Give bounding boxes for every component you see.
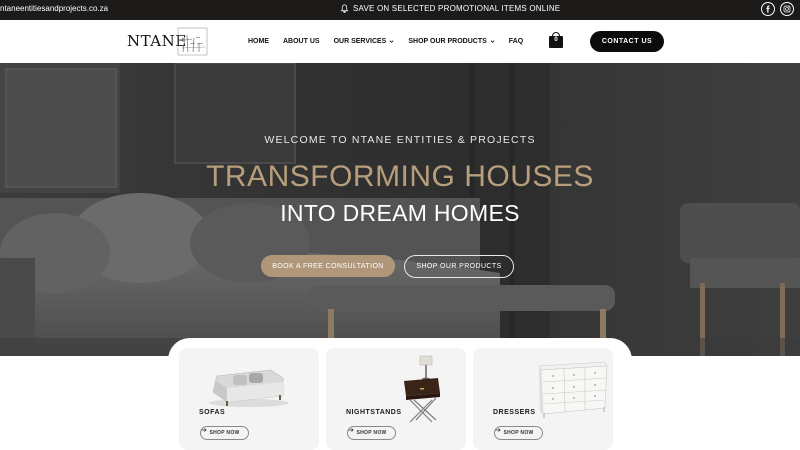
shop-now-button[interactable]: SHOP NOW xyxy=(200,426,249,440)
nav-about-us[interactable]: ABOUT US xyxy=(283,38,320,45)
instagram-icon xyxy=(783,5,791,13)
shop-our-products-button[interactable]: SHOP OUR PRODUCTS xyxy=(404,255,514,278)
nav-our-services-label: OUR SERVICES xyxy=(333,38,387,45)
chevron-down-icon xyxy=(490,40,495,43)
promo-message: SAVE ON SELECTED PROMOTIONAL ITEMS ONLIN… xyxy=(340,4,560,13)
shop-now-button[interactable]: SHOP NOW xyxy=(494,426,543,440)
arrow-right-icon xyxy=(495,428,501,432)
top-promo-bar: ntaneentitiesandprojects.co.za SAVE ON S… xyxy=(0,0,800,20)
product-card-dressers[interactable]: DRESSERS SHOP NOW xyxy=(473,348,613,450)
nav-home[interactable]: HOME xyxy=(248,38,269,45)
bell-icon xyxy=(340,4,349,13)
shop-now-label: SHOP NOW xyxy=(356,430,387,436)
site-logo[interactable]: NTANE xyxy=(127,24,209,60)
instagram-link[interactable] xyxy=(780,2,794,16)
hero-welcome-text: WELCOME TO NTANE ENTITIES & PROJECTS xyxy=(264,134,536,146)
product-card-nightstands[interactable]: NIGHTSTANDS SHOP NOW xyxy=(326,348,466,450)
nav-shop-our-products[interactable]: SHOP OUR PRODUCTS xyxy=(408,38,495,45)
shop-now-label: SHOP NOW xyxy=(209,430,240,436)
nav-home-label: HOME xyxy=(248,38,269,45)
product-card-label: DRESSERS xyxy=(493,409,536,416)
nav-our-services[interactable]: OUR SERVICES xyxy=(334,38,395,45)
hero-section: WELCOME TO NTANE ENTITIES & PROJECTS TRA… xyxy=(0,63,800,356)
nav-faq[interactable]: FAQ xyxy=(509,38,523,45)
product-card-label: SOFAS xyxy=(199,409,226,416)
facebook-link[interactable] xyxy=(761,2,775,16)
facebook-icon xyxy=(766,5,770,13)
product-card-sofas[interactable]: SOFAS SHOP NOW xyxy=(179,348,319,450)
chevron-down-icon xyxy=(389,40,394,43)
hero-subheadline: INTO DREAM HOMES xyxy=(280,200,520,226)
nav-faq-label: FAQ xyxy=(508,38,524,45)
shop-now-button[interactable]: SHOP NOW xyxy=(347,426,396,440)
nav-shop-our-products-label: SHOP OUR PRODUCTS xyxy=(408,38,487,45)
shop-now-label: SHOP NOW xyxy=(503,430,534,436)
main-navigation: HOME ABOUT US OUR SERVICES SHOP OUR PROD… xyxy=(248,38,523,45)
product-card-label: NIGHTSTANDS xyxy=(346,409,402,416)
nightstand-image xyxy=(404,355,440,423)
cart-button[interactable]: 0 xyxy=(549,32,563,48)
contact-us-button[interactable]: CONTACT US xyxy=(590,31,664,52)
contact-email-link[interactable]: ntaneentitiesandprojects.co.za xyxy=(0,4,108,13)
promo-text: SAVE ON SELECTED PROMOTIONAL ITEMS ONLIN… xyxy=(353,4,561,13)
cart-count: 0 xyxy=(554,37,558,43)
logo-sketch-icon xyxy=(177,27,208,56)
sofa-image xyxy=(209,369,289,407)
dresser-image xyxy=(538,361,608,418)
hero-headline: TRANSFORMING HOUSES xyxy=(206,160,594,193)
nav-about-us-label: ABOUT US xyxy=(283,38,320,45)
arrow-right-icon xyxy=(201,428,207,432)
site-header: NTANE HOME ABOUT US OUR SERVICES SHOP OU… xyxy=(0,20,800,63)
book-consultation-button[interactable]: BOOK A FREE CONSULTATION xyxy=(261,255,395,277)
arrow-right-icon xyxy=(348,428,354,432)
